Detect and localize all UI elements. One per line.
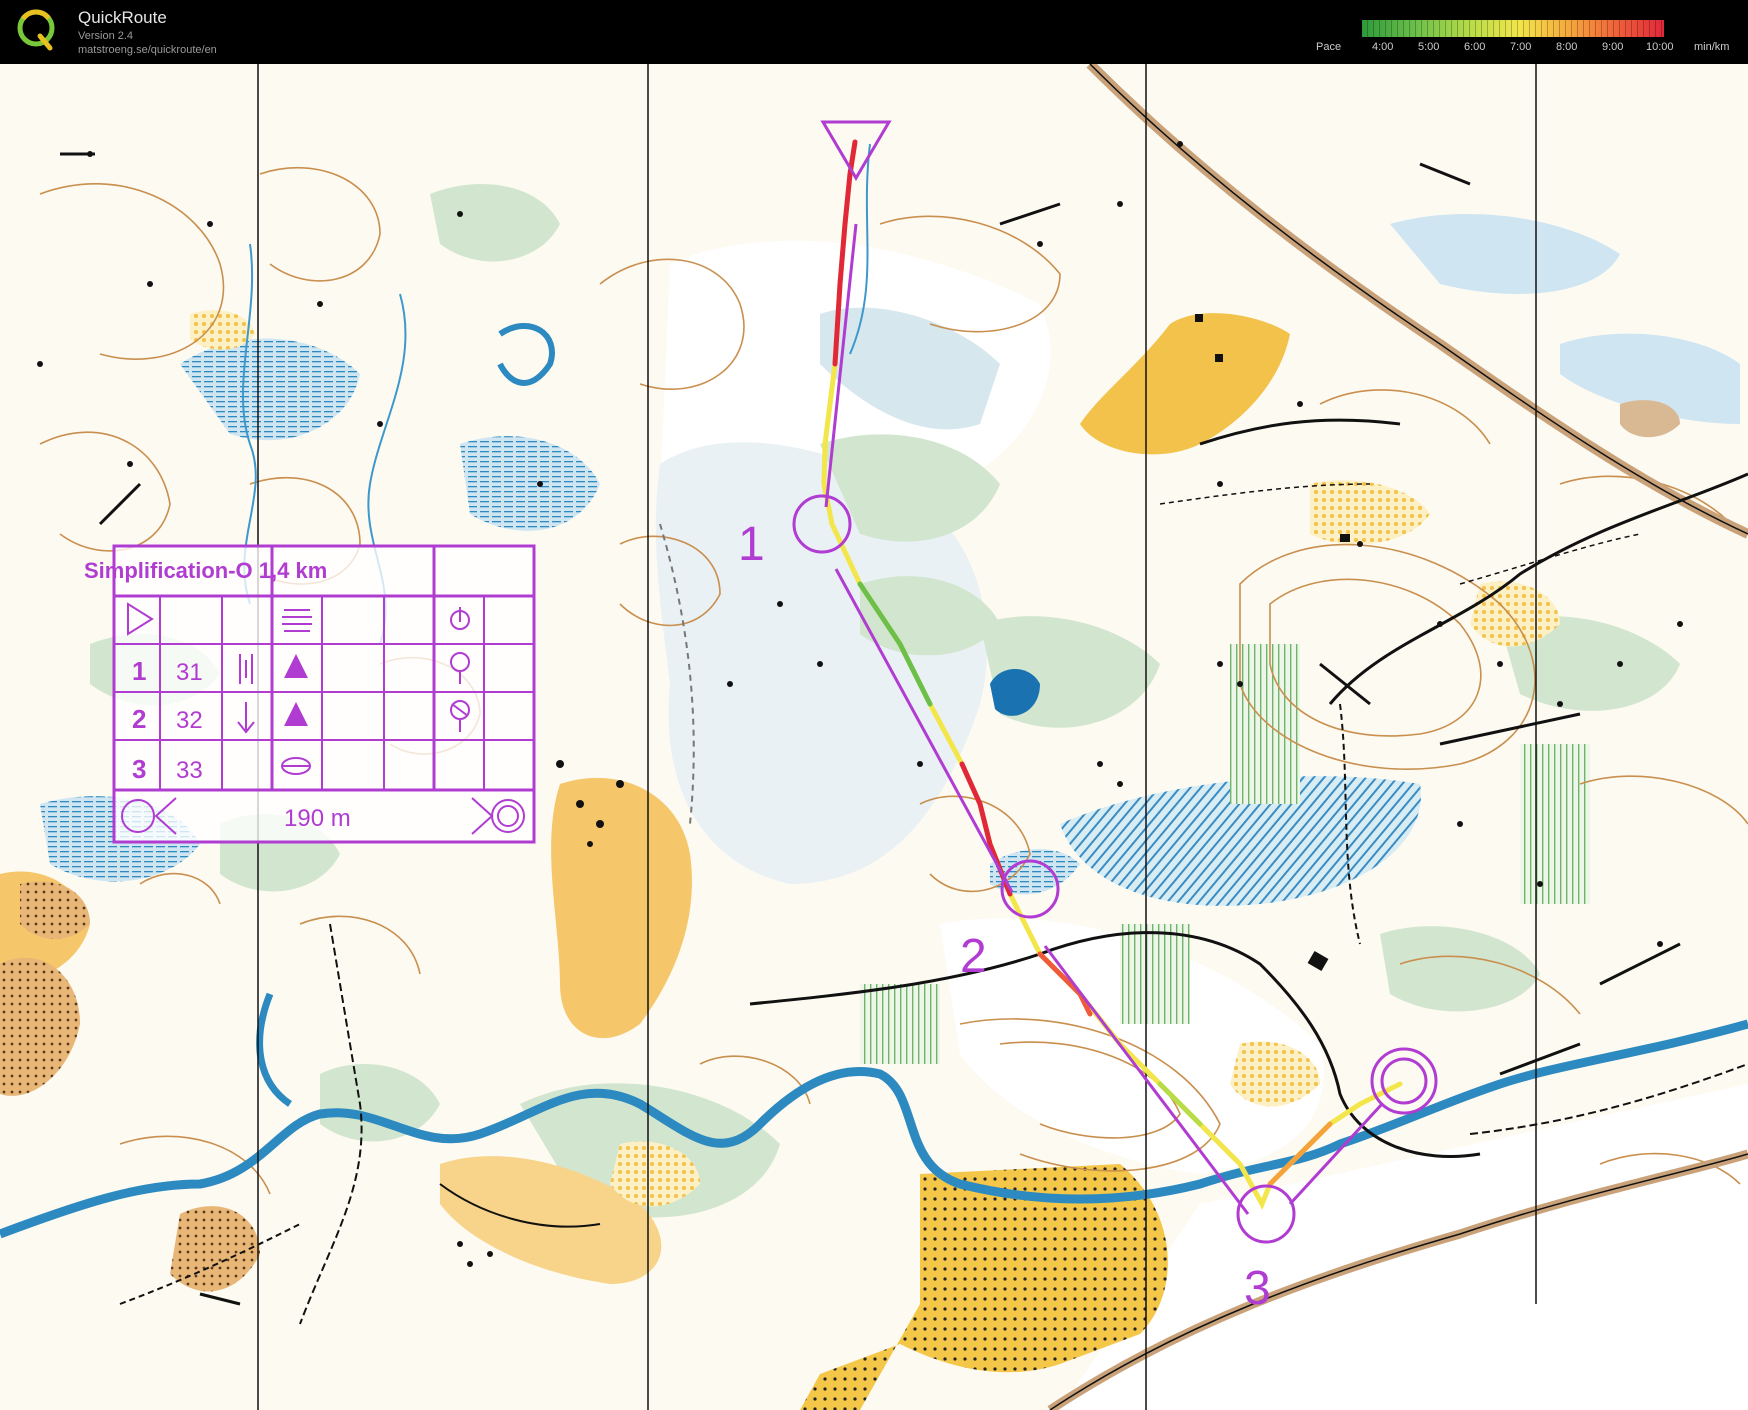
app-version: Version 2.4	[78, 30, 134, 42]
control-row-number: 1	[132, 656, 146, 686]
app-name: QuickRoute	[78, 8, 167, 27]
pace-label: Pace	[1316, 41, 1342, 53]
pace-tick: 7:00	[1510, 41, 1532, 53]
pace-tick: 9:00	[1602, 41, 1624, 53]
control-row-code: 31	[176, 659, 203, 686]
pace-tick: 5:00	[1418, 41, 1440, 53]
pace-color-bar	[1362, 20, 1664, 37]
pace-tick: 4:00	[1372, 41, 1394, 53]
finish-distance: 190 m	[284, 805, 351, 832]
pace-unit: min/km	[1694, 41, 1730, 53]
control-row-number: 2	[132, 704, 146, 734]
control-description-sheet: Simplification-O 1,4 km 1 31 2 32 3 33 1…	[84, 544, 536, 844]
pace-tick: 8:00	[1556, 41, 1578, 53]
map-canvas[interactable]: 1 2 3 Simplification-O 1,4 km 1 31 2 32 …	[0, 64, 1748, 1410]
control-row-number: 3	[132, 754, 146, 784]
app-header: QuickRoute Version 2.4 matstroeng.se/qui…	[0, 0, 1748, 64]
orienteering-map[interactable]: 1 2 3 Simplification-O 1,4 km 1 31 2 32 …	[0, 64, 1748, 1410]
pace-tick: 10:00	[1646, 41, 1674, 53]
control-row-code: 33	[176, 757, 203, 784]
pace-tick: 6:00	[1464, 41, 1486, 53]
course-title: Simplification-O 1,4 km	[84, 558, 327, 583]
app-url: matstroeng.se/quickroute/en	[78, 44, 217, 56]
control-number-1: 1	[738, 518, 765, 571]
control-number-2: 2	[960, 930, 987, 983]
quickroute-logo-icon	[17, 9, 55, 51]
control-row-code: 32	[176, 707, 203, 734]
control-number-3: 3	[1244, 1262, 1271, 1315]
